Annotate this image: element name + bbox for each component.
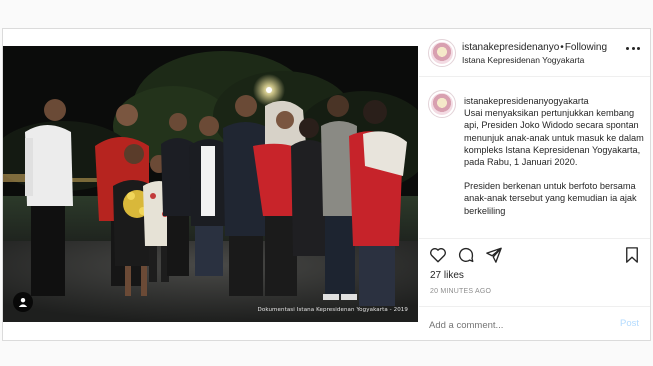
header-username[interactable]: istanakepresidenanyo (462, 42, 559, 53)
comment-input[interactable] (429, 318, 599, 332)
post-comment-button[interactable]: Post (620, 318, 639, 329)
caption-text: istanakepresidenanyogyakarta Usai menyak… (464, 95, 644, 217)
caption-area: istanakepresidenanyogyakarta Usai menyak… (419, 78, 650, 238)
avatar-logo-icon (431, 42, 453, 64)
avatar-logo-icon (431, 93, 453, 115)
caption-username[interactable]: istanakepresidenanyogyakarta (464, 95, 644, 107)
post-header: istanakepresidenanyo•Following Istana Ke… (419, 29, 650, 77)
avatar[interactable] (428, 39, 456, 67)
following-button[interactable]: Following (565, 42, 607, 53)
likes-count[interactable]: 27 likes (430, 270, 464, 281)
post-side-panel: istanakepresidenanyo•Following Istana Ke… (419, 29, 650, 340)
caption-paragraph-1: Usai menyaksikan pertunjukkan kembang ap… (464, 108, 644, 168)
page-top-strip (0, 0, 653, 28)
caption-avatar[interactable] (428, 90, 456, 118)
photo-scene (3, 46, 418, 322)
heart-icon[interactable] (429, 246, 447, 264)
post-photo[interactable]: Dokumentasi Istana Kepresidenan Yogyakar… (3, 46, 418, 322)
bookmark-icon[interactable] (623, 246, 641, 264)
tagged-user-icon[interactable] (13, 292, 33, 312)
caption-fade (419, 218, 650, 238)
photo-credit: Dokumentasi Istana Kepresidenan Yogyakar… (257, 307, 408, 313)
location-link[interactable]: Istana Kepresidenan Yogyakarta (462, 55, 584, 65)
more-options-icon[interactable] (626, 47, 640, 51)
header-line: istanakepresidenanyo•Following (462, 42, 622, 53)
post-timestamp[interactable]: 20 MINUTES AGO (430, 288, 491, 295)
share-icon[interactable] (485, 246, 503, 264)
caption-paragraph-2: Presiden berkenan untuk berfoto bersama … (464, 181, 637, 216)
comment-icon[interactable] (457, 246, 475, 264)
header-separator: • (560, 42, 564, 53)
comment-bar: Post (419, 306, 650, 340)
page-bottom-strip (0, 341, 653, 366)
